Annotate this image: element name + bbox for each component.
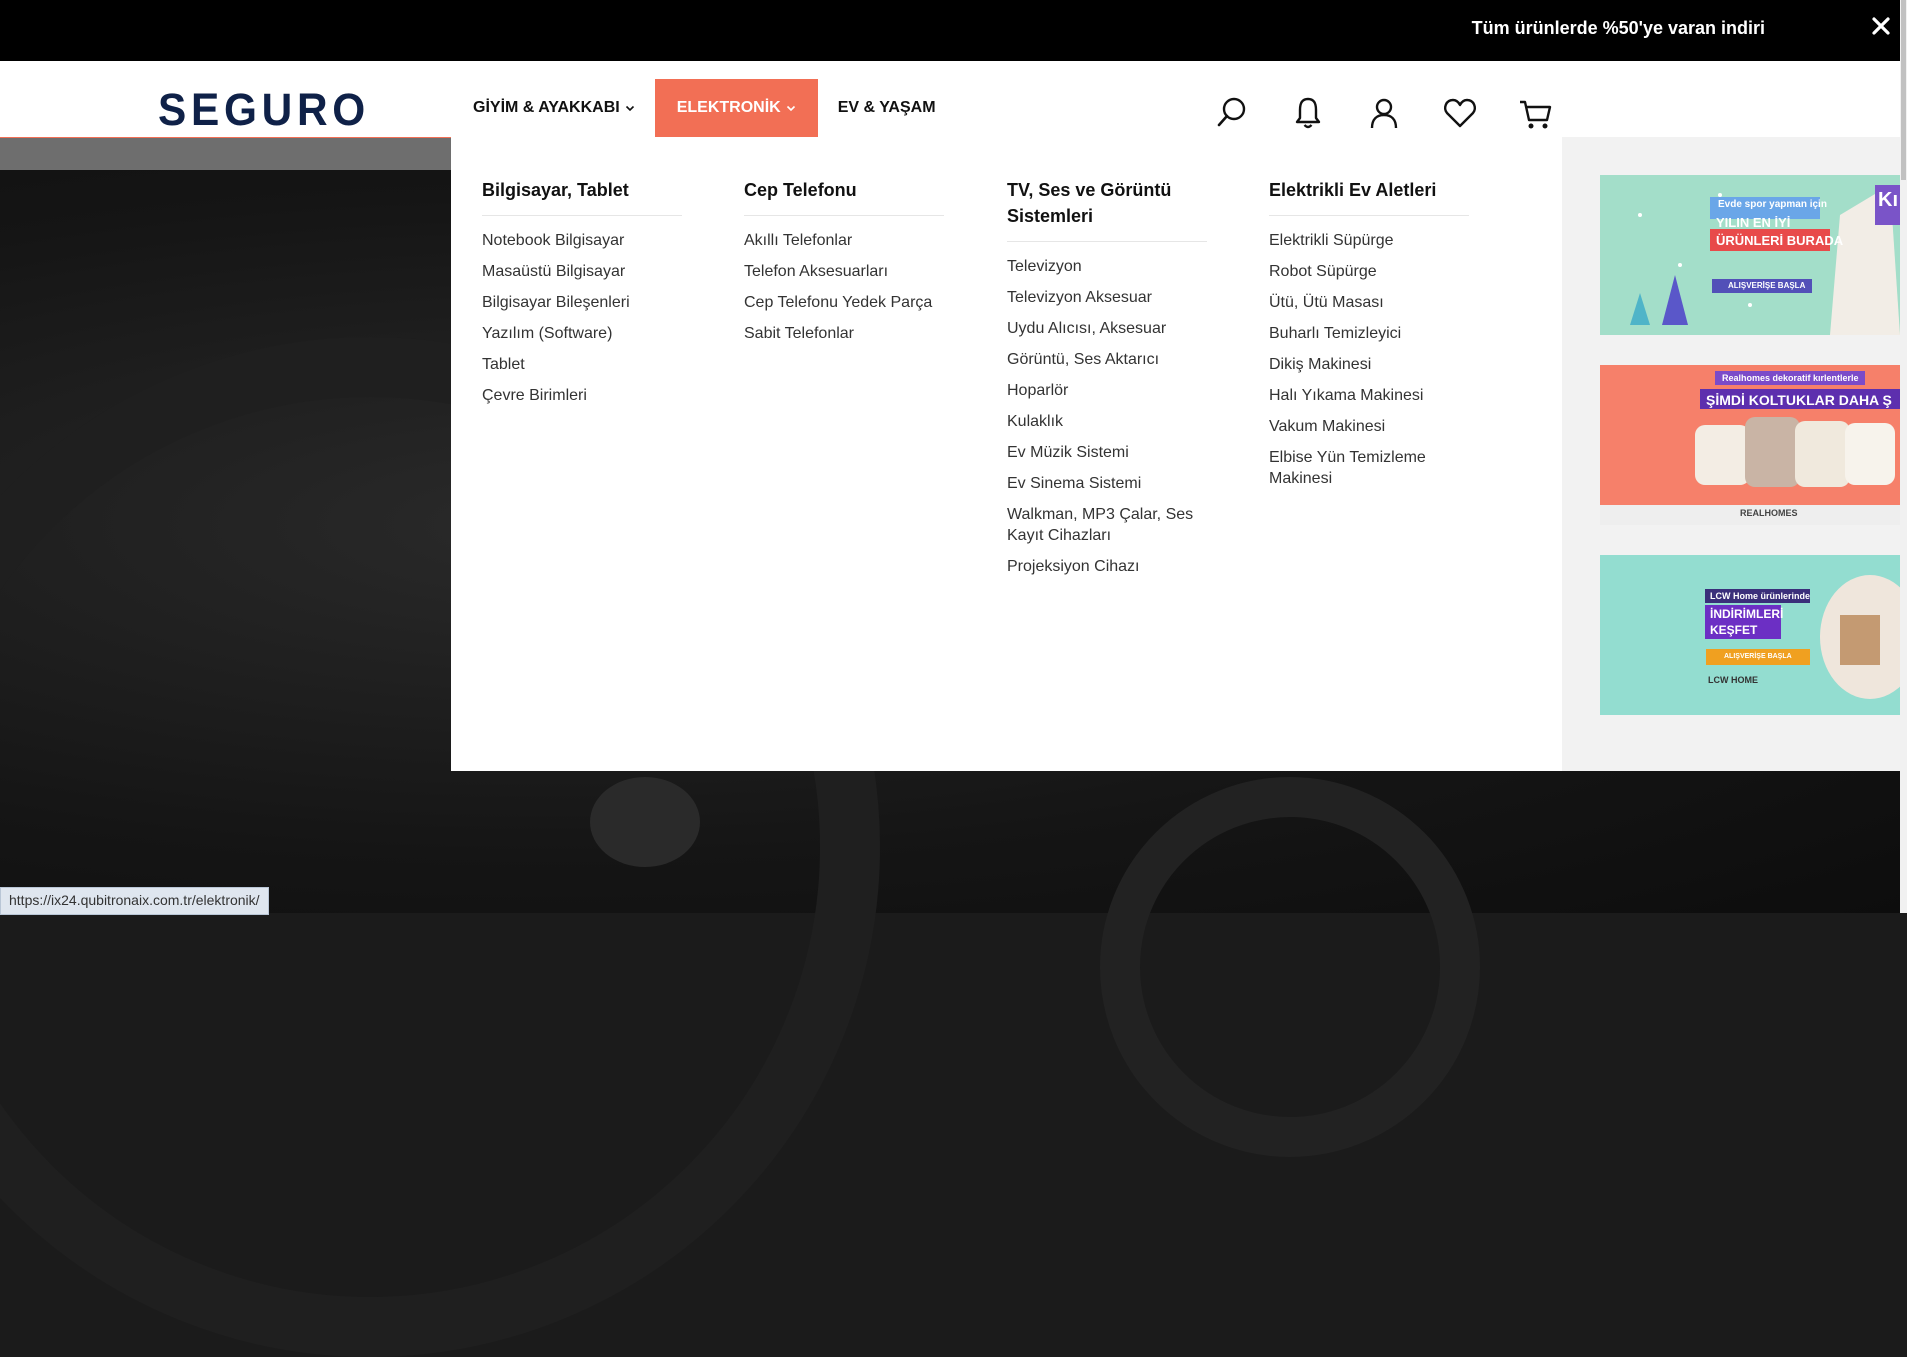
search-icon[interactable] (1214, 95, 1250, 131)
menu-link[interactable]: Vakum Makinesi (1269, 416, 1469, 437)
logo[interactable]: SEGURO (158, 89, 373, 129)
menu-link[interactable]: Halı Yıkama Makinesi (1269, 385, 1469, 406)
menu-link[interactable]: Çevre Birimleri (482, 385, 682, 406)
cart-icon[interactable] (1518, 95, 1554, 131)
menu-column-ev-aletleri: Elektrikli Ev Aletleri Elektrikli Süpürg… (1269, 177, 1469, 499)
menu-link[interactable]: Sabit Telefonlar (744, 323, 944, 344)
announcement-bar: Tüm ürünlerde %50'ye varan indiri (0, 0, 1907, 61)
menu-link[interactable]: Ev Sinema Sistemi (1007, 473, 1207, 494)
promo-banner-lcw-home[interactable]: LCW Home ürünlerinde İNDİRİMLERİ KEŞFET … (1600, 555, 1900, 715)
menu-link[interactable]: Bilgisayar Bileşenleri (482, 292, 682, 313)
banner-graphic (1600, 365, 1900, 525)
menu-link[interactable]: Elbise Yün Temizleme Makinesi (1269, 447, 1469, 489)
menu-link[interactable]: Walkman, MP3 Çalar, Ses Kayıt Cihazları (1007, 504, 1207, 546)
menu-link[interactable]: Robot Süpürge (1269, 261, 1469, 282)
menu-link[interactable]: Buharlı Temizleyici (1269, 323, 1469, 344)
logo-text: SEGURO (158, 89, 370, 129)
main-nav: GİYİM & AYAKKABI ELEKTRONİK EV & YAŞAM (453, 79, 956, 137)
user-icon[interactable] (1366, 95, 1402, 131)
nav-item-ev-yasam[interactable]: EV & YAŞAM (818, 79, 956, 137)
promo-banner-realhomes[interactable]: Realhomes dekoratif kırlentlerle ŞİMDİ K… (1600, 365, 1900, 525)
menu-link[interactable]: Masaüstü Bilgisayar (482, 261, 682, 282)
menu-link[interactable]: Telefon Aksesuarları (744, 261, 944, 282)
menu-link[interactable]: Dikiş Makinesi (1269, 354, 1469, 375)
menu-link[interactable]: Ütü, Ütü Masası (1269, 292, 1469, 313)
menu-link[interactable]: Projeksiyon Cihazı (1007, 556, 1207, 577)
menu-link[interactable]: Kulaklık (1007, 411, 1207, 432)
menu-column-title[interactable]: Cep Telefonu (744, 177, 944, 216)
menu-link[interactable]: Cep Telefonu Yedek Parça (744, 292, 944, 313)
promo-panel: Evde spor yapman için YILIN EN İYİ ÜRÜNL… (1562, 137, 1900, 771)
menu-link[interactable]: Hoparlör (1007, 380, 1207, 401)
menu-column-title[interactable]: TV, Ses ve Görüntü Sistemleri (1007, 177, 1207, 242)
menu-column-bilgisayar: Bilgisayar, Tablet Notebook Bilgisayar M… (482, 177, 682, 416)
heart-icon[interactable] (1442, 95, 1478, 131)
mega-menu: Bilgisayar, Tablet Notebook Bilgisayar M… (451, 137, 1900, 771)
chevron-down-icon (786, 105, 795, 112)
menu-link[interactable]: Televizyon (1007, 256, 1207, 277)
status-url: https://ix24.qubitronaix.com.tr/elektron… (0, 887, 269, 915)
menu-column-tv-ses: TV, Ses ve Görüntü Sistemleri Televizyon… (1007, 177, 1207, 587)
header-icons (1214, 95, 1594, 131)
menu-link[interactable]: Elektrikli Süpürge (1269, 230, 1469, 251)
menu-column-title[interactable]: Elektrikli Ev Aletleri (1269, 177, 1469, 216)
menu-link[interactable]: Akıllı Telefonlar (744, 230, 944, 251)
menu-link[interactable]: Tablet (482, 354, 682, 375)
chevron-down-icon (625, 105, 634, 112)
scrollbar-thumb[interactable] (1901, 0, 1906, 180)
menu-link[interactable]: Notebook Bilgisayar (482, 230, 682, 251)
promo-banner-sport[interactable]: Evde spor yapman için YILIN EN İYİ ÜRÜNL… (1600, 175, 1900, 335)
menu-column-cep-telefonu: Cep Telefonu Akıllı Telefonlar Telefon A… (744, 177, 944, 354)
site-header: SEGURO GİYİM & AYAKKABI ELEKTRONİK EV & … (0, 61, 1900, 138)
announcement-text: Tüm ürünlerde %50'ye varan indiri (1471, 18, 1765, 38)
nav-item-elektronik[interactable]: ELEKTRONİK (654, 79, 818, 137)
menu-link[interactable]: Ev Müzik Sistemi (1007, 442, 1207, 463)
bell-icon[interactable] (1290, 95, 1326, 131)
menu-link[interactable]: Uydu Alıcısı, Aksesuar (1007, 318, 1207, 339)
menu-link[interactable]: Televizyon Aksesuar (1007, 287, 1207, 308)
nav-item-giyim[interactable]: GİYİM & AYAKKABI (453, 79, 655, 137)
menu-link[interactable]: Yazılım (Software) (482, 323, 682, 344)
close-icon[interactable] (1869, 14, 1893, 38)
scrollbar[interactable] (1900, 0, 1907, 913)
menu-column-title[interactable]: Bilgisayar, Tablet (482, 177, 682, 216)
menu-link[interactable]: Görüntü, Ses Aktarıcı (1007, 349, 1207, 370)
